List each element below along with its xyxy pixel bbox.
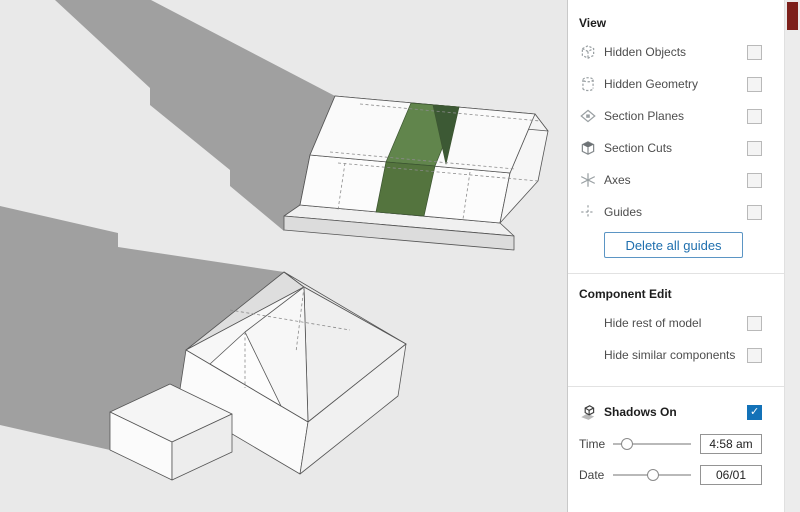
scene-canvas[interactable]: [0, 0, 567, 512]
option-label: Hide rest of model: [604, 316, 702, 330]
option-label: Hide similar components: [604, 348, 736, 362]
app-window: View Hidden Objects Hidden Geometry Sect…: [0, 0, 800, 512]
time-slider[interactable]: [613, 437, 691, 451]
option-label: Section Planes: [604, 109, 685, 123]
delete-all-guides-button[interactable]: Delete all guides: [604, 232, 743, 258]
date-value-field[interactable]: 06/01: [700, 464, 762, 485]
view-option-axes: Axes: [579, 164, 762, 196]
option-label: Section Cuts: [604, 141, 673, 155]
component-edit-section-title: Component Edit: [579, 287, 672, 301]
time-slider-thumb[interactable]: [620, 437, 633, 450]
section-cuts-icon: [579, 139, 597, 157]
guides-icon: [579, 203, 597, 221]
option-label: Hidden Objects: [604, 45, 687, 59]
shadows-row: Shadows On: [579, 396, 762, 428]
section-planes-checkbox[interactable]: [747, 108, 762, 124]
component-edit-option-hide-rest: Hide rest of model: [579, 307, 762, 339]
shadows-label: Shadows On: [604, 405, 677, 419]
section-divider: [568, 386, 784, 387]
panel-scrollbar[interactable]: [784, 0, 800, 512]
guides-checkbox[interactable]: [747, 204, 762, 220]
hidden-objects-icon: [579, 43, 597, 61]
model-viewport[interactable]: [0, 0, 567, 512]
view-section-title: View: [579, 16, 607, 30]
hidden-objects-checkbox[interactable]: [747, 44, 762, 60]
date-row: Date 06/01: [579, 459, 762, 490]
section-planes-icon: [579, 107, 597, 125]
date-slider-thumb[interactable]: [647, 468, 660, 481]
axes-checkbox[interactable]: [747, 172, 762, 188]
option-label: Guides: [604, 205, 643, 219]
date-slider[interactable]: [613, 468, 691, 482]
view-option-section-cuts: Section Cuts: [579, 132, 762, 164]
option-label: Hidden Geometry: [604, 77, 699, 91]
shadows-icon: [579, 403, 597, 421]
view-option-guides: Guides: [579, 196, 762, 228]
scrollbar-thumb[interactable]: [787, 2, 798, 30]
component-edit-option-hide-similar: Hide similar components: [579, 339, 762, 371]
view-option-section-planes: Section Planes: [579, 100, 762, 132]
shadows-on-checkbox[interactable]: [747, 404, 762, 420]
section-cuts-checkbox[interactable]: [747, 140, 762, 156]
hide-rest-of-model-checkbox[interactable]: [747, 315, 762, 331]
option-label: Axes: [604, 173, 631, 187]
time-value-field[interactable]: 4:58 am: [700, 433, 762, 454]
hidden-geometry-checkbox[interactable]: [747, 76, 762, 92]
time-label: Time: [579, 436, 606, 451]
date-label: Date: [579, 467, 605, 482]
hide-similar-components-checkbox[interactable]: [747, 347, 762, 363]
view-option-hidden-objects: Hidden Objects: [579, 36, 762, 68]
time-row: Time 4:58 am: [579, 428, 762, 459]
section-divider: [568, 273, 784, 274]
axes-icon: [579, 171, 597, 189]
settings-panel: View Hidden Objects Hidden Geometry Sect…: [567, 0, 784, 512]
hidden-geometry-icon: [579, 75, 597, 93]
view-option-hidden-geometry: Hidden Geometry: [579, 68, 762, 100]
